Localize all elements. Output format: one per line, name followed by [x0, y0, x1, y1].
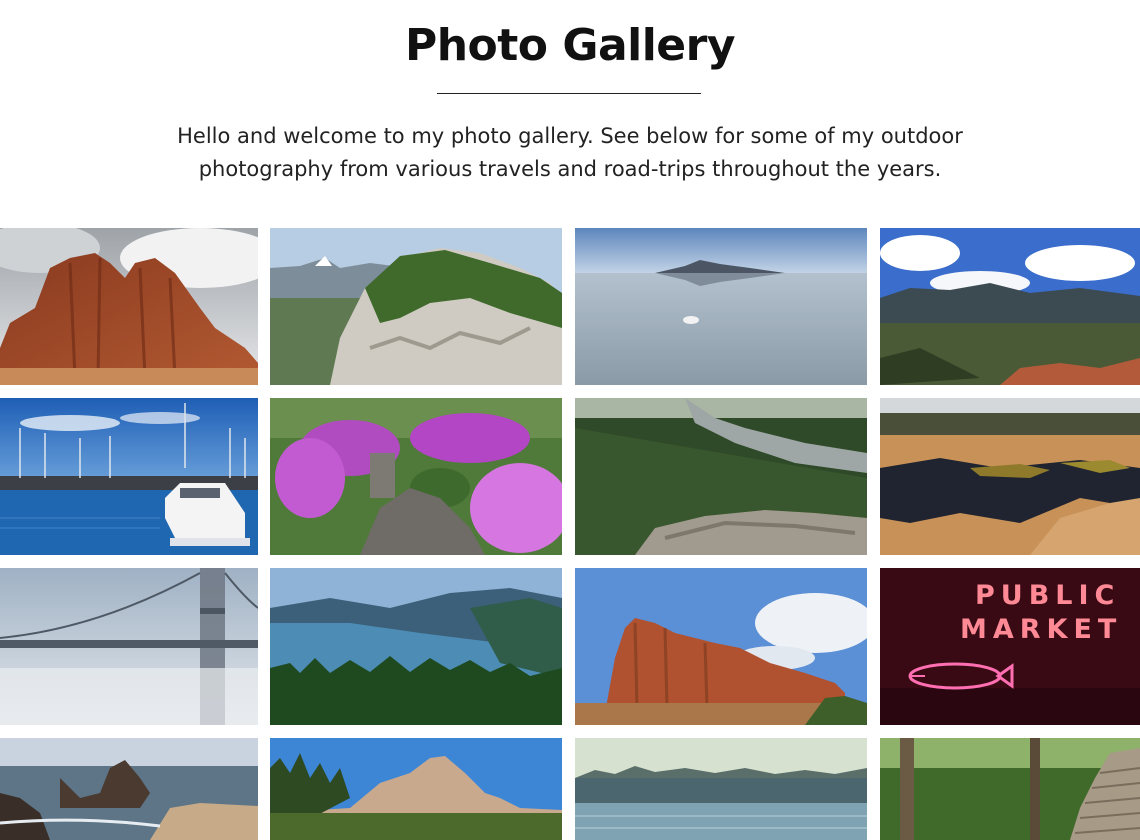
photo-city-waterfront [575, 738, 867, 840]
photo-tile-red-rock-cloudy[interactable] [0, 228, 258, 385]
photo-red-rock-cloudy [0, 228, 258, 385]
sign-text-line-1: PUBLIC [975, 580, 1120, 611]
photo-tile-rocky-beach[interactable] [0, 738, 258, 840]
photo-rocky-beach [0, 738, 258, 840]
photo-tidal-pools [880, 398, 1140, 555]
photo-tile-red-rock-park[interactable] [880, 228, 1140, 385]
intro-line-2: photography from various travels and roa… [198, 157, 942, 181]
photo-desert-butte [575, 568, 867, 725]
photo-rhododendron-garden [270, 398, 562, 555]
photo-forest-summit [270, 228, 562, 385]
photo-tile-forest-stairs[interactable] [880, 738, 1140, 840]
photo-tile-river-gorge[interactable] [270, 568, 562, 725]
photo-marina [0, 398, 258, 555]
photo-tile-rhododendron-garden[interactable] [270, 398, 562, 555]
photo-tile-city-waterfront[interactable] [575, 738, 867, 840]
photo-tile-tidal-pools[interactable] [880, 398, 1140, 555]
photo-forest-river [575, 398, 867, 555]
sign-text-line-2: MARKET [960, 614, 1122, 645]
photo-tile-salt-flats[interactable] [575, 228, 867, 385]
photo-tile-forest-river[interactable] [575, 398, 867, 555]
photo-tile-flatirons[interactable] [270, 738, 562, 840]
photo-red-rock-park [880, 228, 1140, 385]
photo-salt-flats [575, 228, 867, 385]
page-title: Photo Gallery [404, 20, 736, 71]
photo-tile-desert-butte[interactable] [575, 568, 867, 725]
photo-public-market-sign: PUBLIC MARKET [880, 568, 1140, 725]
photo-flatirons [270, 738, 562, 840]
photo-tile-marina[interactable] [0, 398, 258, 555]
photo-tile-public-market-sign[interactable]: PUBLIC MARKET [880, 568, 1140, 725]
photo-tile-foggy-bridge[interactable] [0, 568, 258, 725]
photo-foggy-bridge [0, 568, 258, 725]
photo-tile-forest-summit[interactable] [270, 228, 562, 385]
photo-forest-stairs [880, 738, 1140, 840]
title-divider [437, 93, 701, 94]
gallery-page: Photo Gallery Hello and welcome to my ph… [0, 0, 1140, 840]
photo-river-gorge [270, 568, 562, 725]
intro-text: Hello and welcome to my photo gallery. S… [70, 120, 1070, 186]
intro-line-1: Hello and welcome to my photo gallery. S… [177, 124, 963, 148]
